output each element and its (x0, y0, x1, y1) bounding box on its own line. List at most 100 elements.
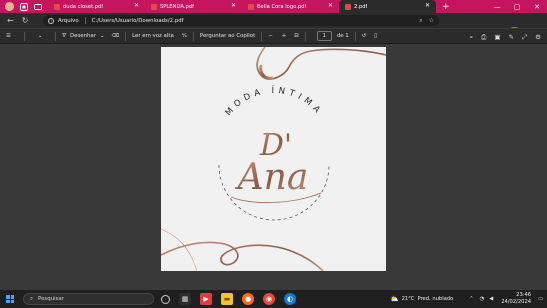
page-total: de 1 (336, 33, 349, 39)
minimize-icon[interactable]: — (487, 0, 507, 13)
window-controls: — ▢ ✕ (487, 0, 547, 13)
close-tab-icon[interactable]: ✕ (134, 3, 139, 9)
address-bar-actions: ⌕ ☆ (419, 17, 434, 25)
pdf-file-icon (248, 3, 254, 10)
tab-label: Bella Cora logo.pdf (257, 3, 307, 10)
top-swirl-inner (259, 64, 274, 80)
weather-widget[interactable]: ⛅ 21°C Pred. nublado (390, 295, 453, 303)
divider (125, 31, 127, 41)
windows-start-icon[interactable] (6, 295, 14, 303)
divider (192, 31, 194, 41)
chevron-up-icon[interactable]: ⌃ (469, 296, 473, 302)
draw-label: Desenhar (69, 33, 96, 39)
widgets-icon[interactable]: ▦ (179, 293, 191, 305)
top-swirl (256, 47, 386, 80)
close-tab-icon[interactable]: ✕ (425, 3, 430, 9)
favorite-star-icon[interactable]: ☆ (429, 17, 434, 25)
new-tab-button[interactable]: + (442, 2, 450, 12)
tab-label: 2.pdf (354, 3, 368, 10)
edge-icon[interactable]: ◐ (284, 293, 296, 305)
address-bar[interactable]: i Arquivo C:/Users/Usuario/Downloads/2.p… (43, 15, 439, 26)
pdf-toolbar: ☰ ⌄ ∇ Desenhar ⌄ ⌫ Ler em voz alta ᵃ⁄ₐ P… (0, 28, 547, 44)
zoom-icon[interactable]: ⌕ (419, 17, 422, 25)
rotate-icon[interactable]: ↺ (362, 33, 367, 39)
weather-temp: 21°C (401, 295, 415, 302)
weather-cloud-sun-icon: ⛅ (389, 294, 399, 303)
refresh-icon[interactable]: ↻ (22, 16, 29, 25)
task-view-icon[interactable] (161, 294, 170, 304)
tab-bella-cora[interactable]: Bella Cora logo.pdf ✕ (242, 0, 339, 13)
profile-avatar[interactable] (5, 2, 14, 11)
fit-page-icon[interactable]: ⊟ (294, 33, 299, 39)
notifications-icon[interactable]: ▭ (538, 296, 543, 302)
site-label: Arquivo (58, 17, 79, 24)
tabstrip-leading-controls (0, 2, 48, 11)
logo-artwork: MODA ÍNTIMA D' Ana (161, 47, 386, 271)
arc-text-path: MODA ÍNTIMA (224, 84, 321, 118)
search-icon[interactable]: ⌕ (470, 33, 474, 42)
network-icon[interactable]: ◔ (480, 296, 485, 302)
print-icon[interactable]: ⎙ (481, 33, 486, 42)
divider (261, 31, 263, 41)
taskbar: ⌕ Pesquisar ▦ ▶ ▬ ● ◉ ◐ ⛅ 21°C Pred. nub… (0, 290, 547, 308)
ask-copilot-button[interactable]: Perguntar ao Copilot (200, 33, 255, 39)
divider (23, 31, 25, 41)
back-icon[interactable]: ← (7, 16, 14, 25)
workspaces-icon[interactable] (20, 2, 28, 11)
translate-icon[interactable]: ᵃ⁄ₐ (182, 33, 187, 39)
firefox-icon[interactable]: ● (242, 293, 254, 305)
draw-icon: ∇ (62, 33, 66, 39)
zoom-in-button[interactable]: + (282, 33, 287, 39)
pdf-file-icon (54, 3, 60, 10)
pdf-file-icon (345, 3, 351, 10)
page-number-input[interactable]: 1 (316, 31, 332, 41)
close-tab-icon[interactable]: ✕ (328, 3, 333, 9)
app-red-icon[interactable]: ▶ (200, 293, 212, 305)
save-icon[interactable]: ▣ (494, 33, 500, 42)
tab-2-pdf[interactable]: 2.pdf ✕ (339, 0, 436, 13)
divider (354, 31, 356, 41)
divider (84, 17, 86, 24)
pdf-viewer[interactable]: MODA ÍNTIMA D' Ana (0, 44, 547, 290)
pdf-toolbar-right: ⌕ ⎙ ▣ ✎ ⤢ ⚙ (470, 33, 541, 42)
tab-label: duda closet.pdf (63, 3, 104, 10)
tab-label: SPLENDA.pdf (160, 3, 194, 10)
read-aloud-button[interactable]: Ler em voz alta (132, 33, 174, 39)
maximize-icon[interactable]: ▢ (507, 0, 527, 13)
left-hairline (161, 228, 198, 271)
tab-splenda[interactable]: SPLENDA.pdf ✕ (145, 0, 242, 13)
weather-desc: Pred. nublado (417, 295, 454, 302)
close-tab-icon[interactable]: ✕ (231, 3, 236, 9)
search-placeholder: Pesquisar (38, 296, 64, 302)
search-icon: ⌕ (30, 295, 34, 302)
volume-icon[interactable]: ◀ (489, 296, 493, 302)
divider (55, 31, 57, 41)
fullscreen-icon[interactable]: ⤢ (522, 33, 527, 42)
page-view-icon[interactable]: ▯ (374, 33, 377, 39)
address-bar-row: ← ↻ i Arquivo C:/Users/Usuario/Downloads… (0, 13, 547, 36)
url-text[interactable]: C:/Users/Usuario/Downloads/2.pdf (92, 18, 184, 24)
close-window-icon[interactable]: ✕ (527, 0, 547, 13)
site-info-icon[interactable]: i (48, 17, 54, 24)
pdf-page: MODA ÍNTIMA D' Ana (161, 47, 386, 271)
contents-icon[interactable]: ☰ (6, 33, 11, 39)
clock-date: 24/02/2024 (501, 298, 532, 305)
zoom-out-button[interactable]: − (268, 33, 273, 39)
eraser-icon[interactable]: ⌫ (111, 33, 119, 39)
chevron-down-icon[interactable]: ⌄ (100, 33, 105, 39)
logo-name: Ana (235, 157, 309, 198)
highlight-icon[interactable]: ⌄ (38, 33, 43, 39)
divider (304, 31, 306, 41)
taskbar-search[interactable]: ⌕ Pesquisar (23, 293, 154, 305)
pdf-toolbar-left: ☰ ⌄ (0, 31, 62, 41)
chrome-icon[interactable]: ◉ (263, 293, 275, 305)
navigation-buttons: ← ↻ (0, 16, 44, 25)
taskbar-apps: ▦ ▶ ▬ ● ◉ ◐ (161, 293, 296, 305)
draw-tool[interactable]: ∇ Desenhar ⌄ (62, 33, 104, 39)
tab-duda-closet[interactable]: duda closet.pdf ✕ (48, 0, 145, 13)
clock[interactable]: 23:46 24/02/2024 (501, 292, 531, 305)
settings-icon[interactable]: ⚙ (535, 33, 541, 42)
tab-actions-icon[interactable] (34, 3, 42, 11)
save-as-icon[interactable]: ✎ (509, 33, 514, 42)
file-explorer-icon[interactable]: ▬ (221, 293, 233, 305)
